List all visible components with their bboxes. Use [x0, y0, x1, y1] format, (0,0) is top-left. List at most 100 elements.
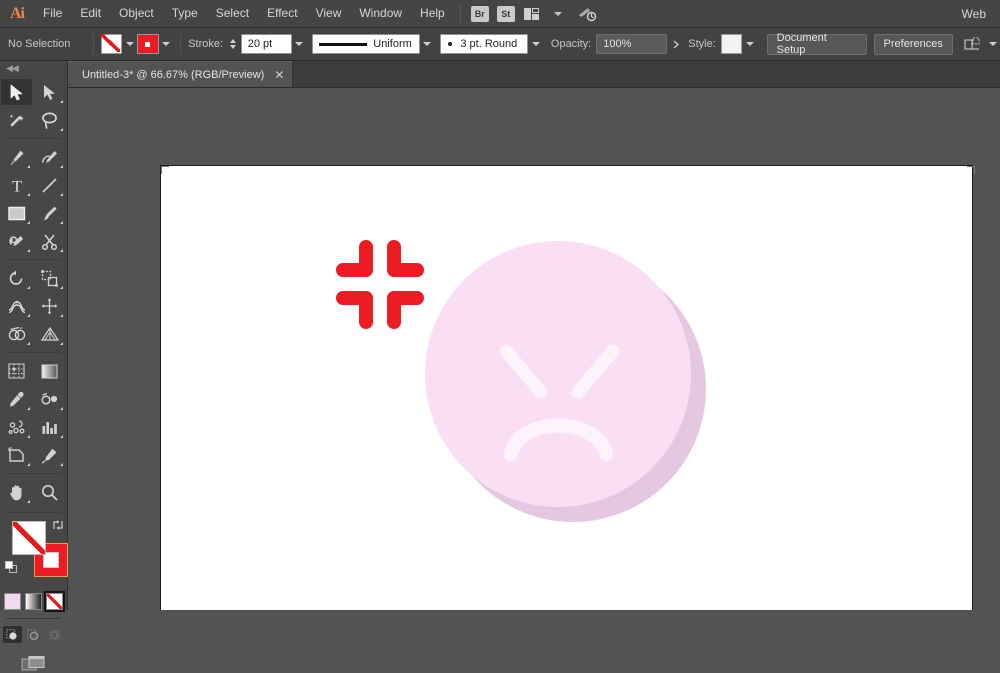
- menu-item-object[interactable]: Object: [110, 0, 163, 27]
- draw-normal-button[interactable]: [3, 626, 22, 643]
- selection-tool[interactable]: [1, 79, 32, 105]
- free-transform-tool[interactable]: [34, 293, 65, 319]
- search-adobe-stock-icon[interactable]: [573, 5, 601, 23]
- symbol-sprayer-tool[interactable]: [1, 414, 32, 440]
- type-tool[interactable]: T: [1, 172, 32, 198]
- tool-row: [0, 199, 67, 227]
- column-graph-tool[interactable]: [34, 414, 65, 440]
- artboard-corner-marker: [965, 166, 975, 176]
- fill-swatch[interactable]: [100, 34, 123, 54]
- document-setup-button[interactable]: Document Setup: [766, 32, 867, 56]
- lasso-tool[interactable]: [34, 107, 65, 133]
- bridge-icon[interactable]: Br: [470, 5, 489, 22]
- scissors-tool[interactable]: [34, 228, 65, 254]
- menu-item-file[interactable]: File: [34, 0, 71, 27]
- toolbar-fill-swatch[interactable]: [12, 521, 46, 555]
- menu-bar: Ai File Edit Object Type Select Effect V…: [0, 0, 1000, 28]
- preferences-button[interactable]: Preferences: [873, 33, 953, 55]
- graphic-style-swatch[interactable]: [720, 34, 743, 54]
- stroke-swatch[interactable]: [137, 34, 159, 54]
- magic-wand-tool[interactable]: [1, 107, 32, 133]
- tool-row: [0, 478, 67, 506]
- eyedropper-tool[interactable]: [1, 386, 32, 412]
- menu-item-help[interactable]: Help: [411, 0, 454, 27]
- stroke-weight-chevron-down-icon[interactable]: [292, 34, 307, 54]
- rectangle-tool[interactable]: [1, 200, 32, 226]
- default-fill-stroke-icon[interactable]: [5, 561, 19, 575]
- gradient-swatch-button[interactable]: [25, 593, 42, 610]
- rotate-tool[interactable]: [1, 265, 32, 291]
- color-swatch-button[interactable]: [4, 593, 21, 610]
- angry-face-emoji[interactable]: [421, 229, 711, 529]
- control-bar: No Selection Stroke: 20 pt Uniform 3 pt.…: [0, 28, 1000, 61]
- shaper-pencil-tool[interactable]: [1, 228, 32, 254]
- perspective-grid-tool[interactable]: [34, 321, 65, 347]
- tool-row: [0, 413, 67, 441]
- chevron-down-icon[interactable]: [547, 5, 569, 23]
- stroke-weight-stepper[interactable]: [228, 34, 239, 54]
- slice-tool[interactable]: [34, 442, 65, 468]
- change-screen-mode-button[interactable]: [0, 655, 67, 673]
- menu-item-effect[interactable]: Effect: [258, 0, 306, 27]
- paintbrush-tool[interactable]: [34, 200, 65, 226]
- close-icon[interactable]: ✕: [274, 69, 284, 81]
- tool-row: [0, 292, 67, 320]
- stroke-chevron-down-icon[interactable]: [159, 34, 174, 54]
- fill-chevron-down-icon[interactable]: [122, 34, 137, 54]
- direct-selection-tool[interactable]: [34, 79, 65, 105]
- cross-arm-top-right: [387, 240, 424, 277]
- tools-panel: ◀◀ T: [0, 61, 68, 610]
- graphic-style-chevron-down-icon[interactable]: [742, 34, 757, 54]
- red-cross-shape[interactable]: [333, 239, 427, 331]
- curvature-tool[interactable]: [34, 144, 65, 170]
- pen-tool[interactable]: [1, 144, 32, 170]
- none-swatch-button[interactable]: [44, 591, 65, 612]
- tool-row: [0, 264, 67, 292]
- draw-inside-button[interactable]: [45, 626, 64, 643]
- tools-panel-collapse-handle[interactable]: ◀◀: [0, 61, 67, 75]
- drawing-mode-buttons: [0, 626, 67, 643]
- mesh-tool[interactable]: [1, 358, 32, 384]
- cross-arm-top-left: [336, 240, 373, 277]
- menu-item-window[interactable]: Window: [350, 0, 411, 27]
- scale-tool[interactable]: [34, 265, 65, 291]
- menu-item-view[interactable]: View: [307, 0, 351, 27]
- opacity-expand-icon[interactable]: [667, 34, 685, 54]
- stroke-weight-input[interactable]: 20 pt: [240, 34, 292, 54]
- control-divider: [180, 34, 182, 54]
- brush-definition-dropdown[interactable]: 3 pt. Round: [440, 34, 529, 54]
- stock-icon[interactable]: St: [496, 5, 515, 22]
- draw-behind-button[interactable]: [24, 626, 43, 643]
- swap-fill-stroke-icon[interactable]: [52, 519, 64, 531]
- menubar-divider: [459, 4, 461, 23]
- tool-row: [0, 320, 67, 348]
- canvas-area[interactable]: [68, 88, 1000, 610]
- menu-item-edit[interactable]: Edit: [71, 0, 110, 27]
- align-to-selection-icon[interactable]: [962, 35, 983, 53]
- menu-item-type[interactable]: Type: [163, 0, 207, 27]
- stroke-profile-chevron-down-icon[interactable]: [420, 34, 435, 54]
- stroke-profile-dropdown[interactable]: Uniform: [312, 34, 420, 54]
- artboard[interactable]: [160, 165, 973, 610]
- align-chevron-down-icon[interactable]: [985, 34, 1000, 54]
- brush-definition-chevron-down-icon[interactable]: [528, 34, 543, 54]
- artboard-tool[interactable]: [1, 442, 32, 468]
- control-divider: [93, 34, 94, 54]
- gradient-tool[interactable]: [34, 358, 65, 384]
- zoom-tool[interactable]: [34, 479, 65, 505]
- stroke-weight-label: Stroke:: [188, 38, 224, 50]
- tool-row: [0, 106, 67, 134]
- arrange-documents-icon[interactable]: [521, 5, 543, 23]
- graphic-style-label: Style:: [688, 38, 716, 50]
- line-segment-tool[interactable]: [34, 172, 65, 198]
- opacity-input[interactable]: 100%: [596, 34, 667, 54]
- cross-arm-bottom-right: [387, 291, 424, 329]
- document-tab[interactable]: Untitled-3* @ 66.67% (RGB/Preview) ✕: [68, 61, 294, 87]
- shape-builder-tool[interactable]: [1, 321, 32, 347]
- workspace-switcher[interactable]: Web: [962, 7, 1000, 21]
- blend-tool[interactable]: [34, 386, 65, 412]
- menu-item-select[interactable]: Select: [207, 0, 258, 27]
- width-tool[interactable]: [1, 293, 32, 319]
- hand-tool[interactable]: [1, 479, 32, 505]
- tools-divider: [6, 512, 61, 513]
